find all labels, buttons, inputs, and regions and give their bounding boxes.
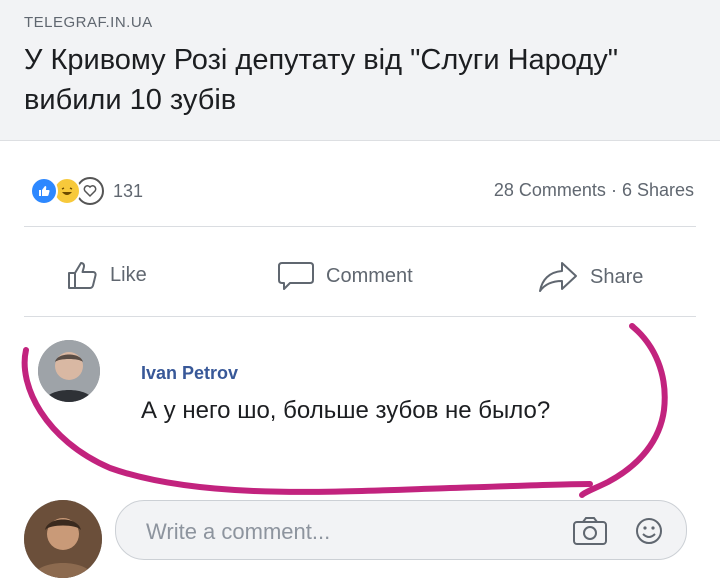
- commenter-avatar[interactable]: [38, 340, 100, 402]
- person-avatar-icon: [24, 500, 102, 578]
- stats-separator: ·: [610, 180, 617, 200]
- article-headline[interactable]: У Кривому Розі депутату від "Слуги Народ…: [24, 40, 664, 120]
- emoji-icon[interactable]: [634, 516, 664, 551]
- comment-author-name[interactable]: Ivan Petrov: [141, 363, 238, 384]
- current-user-avatar[interactable]: [24, 500, 102, 578]
- post-stats: 28 Comments · 6 Shares: [494, 180, 694, 201]
- share-arrow-icon: [539, 262, 577, 292]
- comment-composer: [0, 490, 720, 585]
- comment-input-box[interactable]: [115, 500, 687, 560]
- like-reaction-icon: [30, 177, 58, 205]
- divider: [24, 226, 696, 227]
- like-label: Like: [110, 263, 147, 286]
- thumbs-up-icon: [68, 262, 97, 289]
- comment-label: Comment: [326, 264, 413, 287]
- like-button[interactable]: Like: [66, 260, 147, 290]
- comments-count-link[interactable]: 28 Comments: [494, 180, 606, 200]
- article-source: TELEGRAF.IN.UA: [24, 14, 153, 31]
- speech-bubble-icon: [278, 262, 314, 290]
- comment-text: А у него шо, больше зубов не было?: [141, 397, 551, 424]
- divider: [24, 316, 696, 317]
- comment-button[interactable]: Comment: [276, 260, 413, 292]
- reaction-count[interactable]: 131: [113, 181, 143, 202]
- camera-icon[interactable]: [572, 516, 608, 551]
- shares-count-link[interactable]: 6 Shares: [622, 180, 694, 200]
- article-preview[interactable]: TELEGRAF.IN.UA У Кривому Розі депутату в…: [0, 0, 720, 141]
- share-button[interactable]: Share: [536, 260, 643, 294]
- reactions-summary[interactable]: 131: [30, 177, 143, 205]
- comment-input[interactable]: [144, 518, 568, 546]
- share-label: Share: [590, 265, 644, 288]
- action-bar: Like Comment Share: [0, 250, 720, 306]
- person-avatar-icon: [38, 340, 100, 402]
